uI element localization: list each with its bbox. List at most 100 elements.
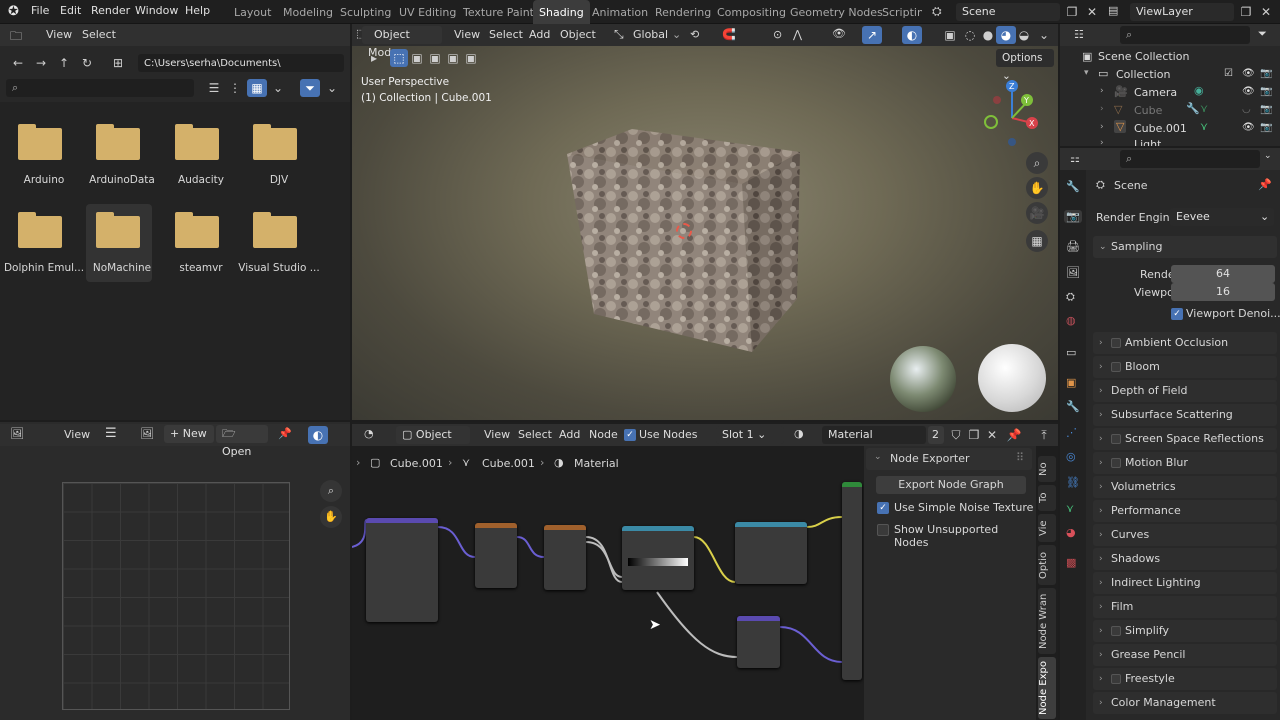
slot-selector[interactable]: Slot 1 ⌄ <box>716 426 784 444</box>
fake-user-shield-icon[interactable]: ⛉ <box>946 426 966 444</box>
vp-menu-add[interactable]: Add <box>529 28 550 41</box>
options-dropdown[interactable]: Options ⌄ <box>996 49 1054 82</box>
cube001-expand-icon[interactable]: › <box>1100 122 1104 132</box>
tab-scripting[interactable]: Scripting <box>876 0 922 24</box>
tab-modeling[interactable]: Modeling <box>277 0 339 24</box>
output-tab-icon[interactable]: 🖨 <box>1066 240 1080 253</box>
shading-wireframe-icon[interactable]: ◌ <box>960 26 980 44</box>
viewlayer-selector[interactable]: ViewLayer <box>1130 3 1234 21</box>
scene-selector[interactable]: Scene <box>956 3 1060 21</box>
side-tab-node[interactable]: No <box>1038 456 1056 482</box>
folder-dolphin[interactable]: Dolphin Emul... <box>4 208 84 278</box>
mode-selector[interactable]: Object Mode <box>362 26 442 59</box>
render-samples-field[interactable]: 64 <box>1171 265 1275 283</box>
node-exporter-header[interactable]: ⌄ Node Exporter ⠿ <box>866 448 1032 470</box>
panel-freestyle[interactable]: › Freestyle <box>1093 668 1277 690</box>
select-invert-icon[interactable]: ▣ <box>444 49 462 67</box>
collection-exclude-checkbox-icon[interactable]: ☑ <box>1224 68 1233 79</box>
breadcrumb-expand-icon[interactable]: › <box>356 456 360 469</box>
properties-chevron-down-icon[interactable]: ⌄ <box>1264 151 1272 161</box>
folder-steamvr[interactable]: steamvr <box>171 208 231 278</box>
bloom-checkbox[interactable] <box>1111 362 1121 372</box>
pivot-icon[interactable]: ⟲ <box>690 28 699 41</box>
tab-animation[interactable]: Animation <box>586 0 654 24</box>
panel-ambient-occlusion[interactable]: › Ambient Occlusion <box>1093 332 1277 354</box>
menu-help[interactable]: Help <box>185 4 210 17</box>
material-browse-icon[interactable]: ◑ <box>794 427 804 440</box>
proportional-edit-icon[interactable]: ⊙ <box>773 28 782 41</box>
collection-render-camera-icon[interactable]: 📷 <box>1260 68 1272 79</box>
list-horizontal-icon[interactable]: ⋮ <box>225 79 245 97</box>
overlay-toggle-icon[interactable]: ◐ <box>902 26 922 44</box>
texcoord-node[interactable] <box>366 518 438 622</box>
tool-tab-icon[interactable]: 🔧 <box>1066 180 1080 193</box>
vp-menu-view[interactable]: View <box>454 28 480 41</box>
normal-node[interactable] <box>737 616 780 668</box>
side-tab-view[interactable]: Vie <box>1038 514 1056 542</box>
object-tab-icon[interactable]: ▣ <box>1066 376 1076 389</box>
use-nodes-checkbox[interactable]: ✓ <box>624 429 636 441</box>
camera-visibility-eye-icon[interactable]: 👁 <box>1242 86 1255 97</box>
ambient-occlusion-checkbox[interactable] <box>1111 338 1121 348</box>
panel-screen-space-reflections[interactable]: › Screen Space Reflections <box>1093 428 1277 450</box>
zoom-icon[interactable]: ⌕ <box>1026 152 1048 174</box>
new-image-button[interactable]: + New <box>164 425 214 443</box>
gizmo-toggle-icon[interactable]: ↗ <box>862 26 882 44</box>
panel-subsurface-scattering[interactable]: › Subsurface Scattering <box>1093 404 1277 426</box>
panel-grease-pencil[interactable]: › Grease Pencil <box>1093 644 1277 666</box>
outliner-filter-icon[interactable]: ⏷ <box>1258 27 1267 41</box>
properties-pin-icon[interactable]: 📌 <box>1258 178 1272 191</box>
physics-tab-icon[interactable]: ◎ <box>1066 450 1076 463</box>
render-tab-icon[interactable]: 📷 <box>1064 210 1082 223</box>
filter-icon[interactable]: ⏷ <box>300 79 320 97</box>
close-scene-icon[interactable]: ✕ <box>1082 3 1102 21</box>
toolbar-toggle-icon[interactable]: ▸ <box>364 49 384 67</box>
forward-icon[interactable]: → <box>31 54 51 72</box>
simplify-checkbox[interactable] <box>1111 626 1121 636</box>
menu-window[interactable]: Window <box>135 4 178 17</box>
shading-material-icon[interactable]: ◕ <box>996 26 1016 44</box>
modifier-tab-icon[interactable]: 🔧 <box>1066 400 1080 413</box>
thumbnail-view-icon[interactable]: ▦ <box>247 79 267 97</box>
panel-volumetrics[interactable]: › Volumetrics <box>1093 476 1277 498</box>
folder-nomachine[interactable]: NoMachine <box>92 208 152 278</box>
sampling-panel-header[interactable]: ⌄ Sampling <box>1093 236 1277 258</box>
cube-expand-icon[interactable]: › <box>1100 104 1104 114</box>
display-chevron-down-icon[interactable]: ⌄ <box>268 79 288 97</box>
mapping-node-1[interactable] <box>475 523 517 588</box>
path-field[interactable]: C:\Users\serha\Documents\ <box>138 54 344 72</box>
select-box-icon[interactable]: ⬚ <box>390 49 408 67</box>
properties-search-input[interactable]: ⌕ <box>1120 150 1260 168</box>
shading-chevron-down-icon[interactable]: ⌄ <box>1034 26 1054 44</box>
image-browse-icon[interactable]: 🖼 <box>140 427 154 440</box>
select-subtract-icon[interactable]: ▣ <box>426 49 444 67</box>
panel-grip-icon[interactable]: ⠿ <box>1016 451 1024 464</box>
color-ramp-node[interactable] <box>622 526 694 590</box>
panel-shadows[interactable]: › Shadows <box>1093 548 1277 570</box>
side-tab-node-wrangler[interactable]: Node Wran <box>1038 588 1056 654</box>
data-tab-icon[interactable]: ⋎ <box>1066 502 1074 515</box>
ne-menu-node[interactable]: Node <box>589 428 618 441</box>
fb-menu-select[interactable]: Select <box>82 28 116 41</box>
outliner-search-input[interactable]: ⌕ <box>1120 26 1250 44</box>
panel-curves[interactable]: › Curves <box>1093 524 1277 546</box>
menu-edit[interactable]: Edit <box>60 4 81 17</box>
open-image-button[interactable]: 🗁 Open <box>216 425 268 458</box>
folder-visual-studio[interactable]: Visual Studio ... <box>238 208 320 278</box>
scene-icon[interactable]: ⛭ <box>932 4 942 19</box>
camera-render-icon[interactable]: 📷 <box>1260 86 1272 97</box>
constraints-tab-icon[interactable]: ⛓ <box>1066 476 1080 489</box>
folder-audacity[interactable]: Audacity <box>171 120 231 190</box>
render-engine-dropdown[interactable]: Eevee ⌄ <box>1170 208 1274 226</box>
visibility-icon[interactable]: 👁 <box>832 27 846 40</box>
shading-solid-icon[interactable]: ● <box>978 26 998 44</box>
ssr-checkbox[interactable] <box>1111 434 1121 444</box>
scene-tab-icon[interactable]: ⛭ <box>1066 290 1075 304</box>
list-vertical-icon[interactable]: ☰ <box>204 79 224 97</box>
panel-film[interactable]: › Film <box>1093 596 1277 618</box>
refresh-icon[interactable]: ↻ <box>77 54 97 72</box>
mapping-node-2[interactable] <box>544 525 586 590</box>
copy-viewlayer-icon[interactable]: ❐ <box>1236 3 1256 21</box>
editor-type-icon[interactable]: 🗀 <box>10 27 22 48</box>
vp-menu-select[interactable]: Select <box>489 28 523 41</box>
